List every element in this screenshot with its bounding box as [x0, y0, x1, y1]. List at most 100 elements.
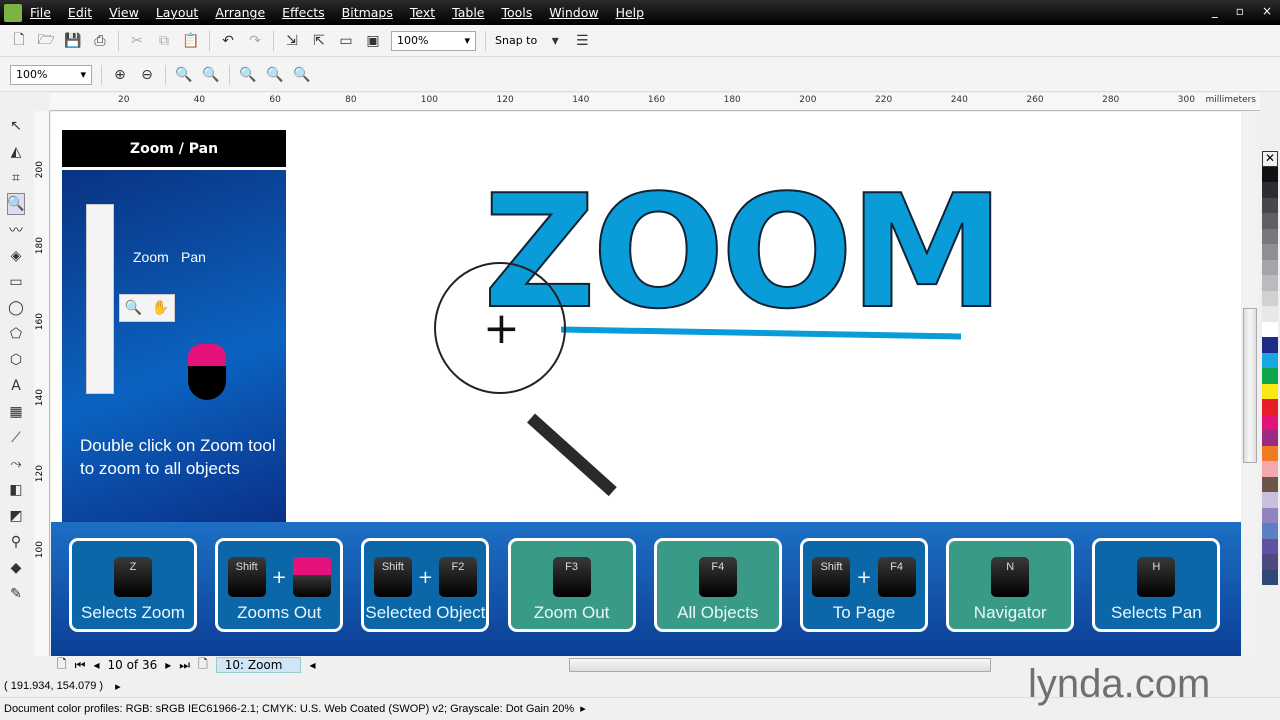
- save-icon[interactable]: 💾: [64, 33, 82, 49]
- menu-edit[interactable]: Edit: [68, 5, 92, 20]
- close-button[interactable]: ×: [1262, 4, 1272, 18]
- color-swatch[interactable]: [1262, 445, 1278, 461]
- menu-view[interactable]: View: [109, 5, 139, 20]
- zoom-tool-icon[interactable]: 🔍: [7, 193, 25, 215]
- color-swatch[interactable]: [1262, 554, 1278, 570]
- color-swatch[interactable]: [1262, 259, 1278, 275]
- color-swatch[interactable]: [1262, 337, 1278, 353]
- chevron-down-icon[interactable]: ▾: [546, 33, 564, 49]
- color-swatch[interactable]: [1262, 197, 1278, 213]
- publish-pdf-icon[interactable]: ▭: [337, 33, 355, 49]
- menu-tools[interactable]: Tools: [501, 5, 532, 20]
- color-swatch[interactable]: [1262, 290, 1278, 306]
- outline-tool-icon[interactable]: ✎: [7, 583, 25, 605]
- last-page-icon[interactable]: ⏭: [179, 658, 190, 673]
- text-tool-icon[interactable]: A: [7, 375, 25, 397]
- color-swatch[interactable]: [1262, 368, 1278, 384]
- export-icon[interactable]: ⇱: [310, 33, 328, 49]
- menu-bitmaps[interactable]: Bitmaps: [342, 5, 393, 20]
- minimize-button[interactable]: _: [1212, 4, 1218, 18]
- next-page-icon[interactable]: ▸: [165, 658, 171, 672]
- color-swatch[interactable]: [1262, 383, 1278, 399]
- add-page-after-icon[interactable]: 🗋: [198, 655, 208, 676]
- connector-tool-icon[interactable]: ⤳: [7, 453, 25, 475]
- ellipse-tool-icon[interactable]: ◯: [7, 297, 25, 319]
- zoom-in-icon[interactable]: ⊕: [111, 67, 129, 83]
- blend-tool-icon[interactable]: ◧: [7, 479, 25, 501]
- expand-arrow-icon[interactable]: ▸: [580, 702, 586, 715]
- redo-icon[interactable]: ↷: [246, 33, 264, 49]
- no-color-swatch[interactable]: ✕: [1262, 151, 1278, 167]
- snap-to-button[interactable]: Snap to: [495, 34, 537, 47]
- menu-file[interactable]: File: [30, 5, 51, 20]
- vertical-scroll-thumb[interactable]: [1243, 308, 1257, 463]
- undo-icon[interactable]: ↶: [219, 33, 237, 49]
- zoom-page-height-icon[interactable]: 🔍: [293, 67, 311, 83]
- color-swatch[interactable]: [1262, 492, 1278, 508]
- zoom-out-icon[interactable]: ⊖: [138, 67, 156, 83]
- freehand-tool-icon[interactable]: 〰: [7, 219, 25, 241]
- horizontal-ruler[interactable]: 20 40 60 80 100 120 140 160 180 200 220 240 260 280 30…: [50, 93, 1260, 111]
- prev-page-icon[interactable]: ◂: [93, 658, 99, 672]
- color-swatch[interactable]: [1262, 182, 1278, 198]
- add-page-icon[interactable]: 🗋: [57, 655, 67, 676]
- print-icon[interactable]: ⎙: [91, 33, 109, 49]
- color-swatch[interactable]: [1262, 399, 1278, 415]
- color-swatch[interactable]: [1262, 166, 1278, 182]
- color-swatch[interactable]: [1262, 275, 1278, 291]
- options-icon[interactable]: ☰: [573, 33, 591, 49]
- crop-tool-icon[interactable]: ⌗: [7, 167, 25, 189]
- menu-text[interactable]: Text: [410, 5, 435, 20]
- new-icon[interactable]: 🗋: [10, 32, 28, 49]
- zoom-page-icon[interactable]: 🔍: [239, 67, 257, 83]
- eyedropper-icon[interactable]: ⚲: [7, 531, 25, 553]
- menu-help[interactable]: Help: [616, 5, 645, 20]
- scroll-left-icon[interactable]: ◂: [309, 658, 315, 672]
- color-swatch[interactable]: [1262, 430, 1278, 446]
- color-swatch[interactable]: [1262, 476, 1278, 492]
- open-icon[interactable]: 🗁: [37, 32, 55, 49]
- color-swatch[interactable]: [1262, 461, 1278, 477]
- menu-table[interactable]: Table: [452, 5, 484, 20]
- color-swatch[interactable]: [1262, 538, 1278, 554]
- transparency-tool-icon[interactable]: ◩: [7, 505, 25, 527]
- horizontal-scroll-thumb[interactable]: [569, 658, 991, 672]
- drawing-canvas[interactable]: Zoom / Pan 🔍 ✋ Zoom Pan Double click on Z…: [51, 112, 1241, 656]
- vertical-scrollbar[interactable]: [1242, 111, 1258, 656]
- color-swatch[interactable]: [1262, 244, 1278, 260]
- rectangle-tool-icon[interactable]: ▭: [7, 271, 25, 293]
- color-swatch[interactable]: [1262, 507, 1278, 523]
- copy-icon[interactable]: ⧉: [155, 33, 173, 49]
- zoom-all-objects-icon[interactable]: 🔍: [202, 67, 220, 83]
- menu-arrange[interactable]: Arrange: [215, 5, 265, 20]
- fill-tool-icon[interactable]: ◆: [7, 557, 25, 579]
- restore-button[interactable]: ▫: [1236, 4, 1244, 18]
- polygon-tool-icon[interactable]: ⬠: [7, 323, 25, 345]
- shape-tool-icon[interactable]: ◭: [7, 141, 25, 163]
- paste-icon[interactable]: 📋: [182, 33, 200, 49]
- first-page-icon[interactable]: ⏮: [75, 658, 86, 673]
- color-swatch[interactable]: [1262, 321, 1278, 337]
- vertical-ruler[interactable]: 200 180 160 140 120 100: [34, 111, 50, 656]
- table-tool-icon[interactable]: ▦: [7, 401, 25, 423]
- zoom-selected-icon[interactable]: 🔍: [175, 67, 193, 83]
- color-swatch[interactable]: [1262, 213, 1278, 229]
- cut-icon[interactable]: ✂: [128, 33, 146, 49]
- palette-controls[interactable]: [1262, 93, 1278, 151]
- app-launcher-icon[interactable]: ▣: [364, 33, 382, 49]
- color-swatch[interactable]: [1262, 228, 1278, 244]
- color-swatch[interactable]: [1262, 352, 1278, 368]
- smart-fill-icon[interactable]: ◈: [7, 245, 25, 267]
- color-profiles[interactable]: Document color profiles: RGB: sRGB IEC61…: [4, 703, 574, 715]
- menu-effects[interactable]: Effects: [282, 5, 325, 20]
- basic-shapes-icon[interactable]: ⬡: [7, 349, 25, 371]
- import-icon[interactable]: ⇲: [283, 33, 301, 49]
- dimension-tool-icon[interactable]: ⟋: [7, 427, 25, 449]
- color-swatch[interactable]: [1262, 523, 1278, 539]
- color-swatch[interactable]: [1262, 569, 1278, 585]
- page-tab[interactable]: 10: Zoom: [215, 657, 302, 673]
- zoom-levels-select[interactable]: 100% ▾: [10, 64, 92, 85]
- menu-layout[interactable]: Layout: [156, 5, 199, 20]
- color-swatch[interactable]: [1262, 306, 1278, 322]
- color-swatch[interactable]: [1262, 414, 1278, 430]
